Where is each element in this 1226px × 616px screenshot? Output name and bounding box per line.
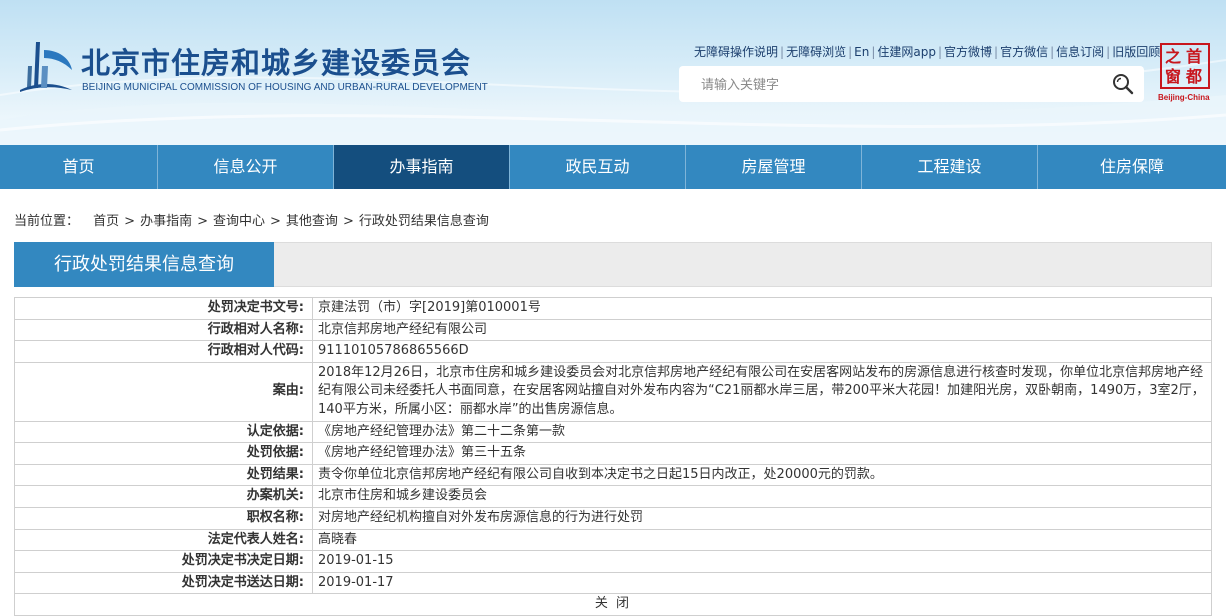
detail-label: 处罚依据:	[14, 442, 313, 465]
nav-item-housing-management[interactable]: 房屋管理	[686, 145, 862, 189]
detail-value: 《房地产经纪管理办法》第二十二条第一款	[312, 420, 1212, 444]
search-icon[interactable]	[1111, 72, 1135, 96]
breadcrumb-other-query[interactable]: 其他查询	[286, 214, 338, 229]
close-button[interactable]: 关 闭	[14, 593, 1212, 616]
detail-label: 办案机关:	[14, 485, 313, 508]
detail-value: 2019-01-15	[312, 550, 1212, 573]
seal-char-4: 窗	[1165, 67, 1181, 86]
breadcrumb: 当前位置： 首页 > 办事指南 > 查询中心 > 其他查询 > 行政处罚结果信息查询	[14, 214, 489, 229]
top-link-old-version[interactable]: 旧版回顾	[1112, 45, 1160, 59]
seal-char-1: 首	[1186, 47, 1202, 66]
detail-value: 91110105786865566D	[312, 340, 1212, 363]
seal-icon: 首 都 之 窗	[1165, 47, 1202, 86]
commission-logo-icon	[20, 42, 72, 92]
section-header: 行政处罚结果信息查询	[14, 242, 1212, 287]
detail-row: 处罚依据: 《房地产经纪管理办法》第三十五条	[14, 442, 1212, 465]
detail-label: 法定代表人姓名:	[14, 528, 313, 552]
detail-row: 处罚决定书送达日期: 2019-01-17	[14, 571, 1212, 595]
detail-row: 法定代表人姓名: 高晓春	[14, 528, 1212, 552]
top-links: 无障碍操作说明 | 无障碍浏览 | En | 住建网app | 官方微博 | 官方微信 | 信息订阅 | 旧…	[694, 45, 1161, 59]
seal-char-2: 都	[1185, 67, 1202, 86]
detail-label: 认定依据:	[14, 420, 313, 444]
detail-row: 认定依据: 《房地产经纪管理办法》第二十二条第一款	[14, 420, 1212, 444]
breadcrumb-query-center[interactable]: 查询中心	[213, 214, 265, 229]
top-link-subscribe[interactable]: 信息订阅	[1056, 45, 1104, 59]
nav-item-service-guide[interactable]: 办事指南	[334, 145, 510, 189]
detail-value: 北京市住房和城乡建设委员会	[312, 485, 1212, 508]
breadcrumb-service-guide[interactable]: 办事指南	[140, 214, 192, 229]
close-row: 关 闭	[14, 593, 1212, 616]
search-box	[679, 66, 1144, 102]
section-title: 行政处罚结果信息查询	[14, 242, 274, 287]
top-link-english[interactable]: En	[854, 45, 869, 59]
top-link-accessible-browse[interactable]: 无障碍浏览	[786, 45, 846, 59]
detail-row: 处罚决定书文号: 京建法罚（市）字[2019]第010001号	[14, 297, 1212, 320]
site-subtitle: BEIJING MUNICIPAL COMMISSION OF HOUSING …	[82, 82, 488, 93]
top-link-app[interactable]: 住建网app	[877, 45, 936, 59]
detail-label: 处罚结果:	[14, 463, 313, 487]
detail-value: 对房地产经纪机构擅自对外发布房源信息的行为进行处罚	[312, 506, 1212, 530]
detail-label: 职权名称:	[14, 506, 313, 530]
breadcrumb-current: 行政处罚结果信息查询	[358, 214, 489, 229]
detail-row: 办案机关: 北京市住房和城乡建设委员会	[14, 485, 1212, 508]
detail-label: 行政相对人名称:	[14, 318, 313, 342]
detail-label: 案由:	[14, 361, 313, 422]
detail-value: 《房地产经纪管理办法》第三十五条	[312, 442, 1212, 465]
detail-row: 处罚决定书决定日期: 2019-01-15	[14, 550, 1212, 573]
detail-row: 职权名称: 对房地产经纪机构擅自对外发布房源信息的行为进行处罚	[14, 506, 1212, 530]
capital-window-logo[interactable]: 首 都 之 窗 Beijing-China	[1158, 43, 1213, 103]
detail-value: 京建法罚（市）字[2019]第010001号	[312, 297, 1212, 320]
detail-value: 高晓春	[312, 528, 1212, 552]
detail-label: 处罚决定书文号:	[14, 297, 313, 320]
nav-item-info-disclosure[interactable]: 信息公开	[158, 145, 334, 189]
detail-value: 2019-01-17	[312, 571, 1212, 595]
search-input[interactable]	[699, 74, 1083, 96]
top-link-wechat[interactable]: 官方微信	[1000, 45, 1048, 59]
detail-label: 行政相对人代码:	[14, 340, 313, 363]
breadcrumb-home[interactable]: 首页	[93, 214, 119, 229]
seal-frame: 首 都 之 窗	[1160, 43, 1210, 89]
detail-row: 行政相对人名称: 北京信邦房地产经纪有限公司	[14, 318, 1212, 342]
detail-value: 2018年12月26日，北京市住房和城乡建设委员会对北京信邦房地产经纪有限公司在…	[312, 361, 1212, 422]
seal-caption: Beijing-China	[1158, 93, 1210, 102]
detail-label: 处罚决定书决定日期:	[14, 550, 313, 573]
top-link-accessibility-guide[interactable]: 无障碍操作说明	[694, 45, 778, 59]
nav-item-construction[interactable]: 工程建设	[862, 145, 1038, 189]
main-nav: 首页 信息公开 办事指南 政民互动 房屋管理 工程建设 住房保障	[0, 145, 1226, 189]
detail-value: 责令你单位北京信邦房地产经纪有限公司自收到本决定书之日起15日内改正，处2000…	[312, 463, 1212, 487]
breadcrumb-lead: 当前位置：	[14, 214, 80, 229]
nav-item-home[interactable]: 首页	[0, 145, 158, 189]
detail-row: 行政相对人代码: 91110105786865566D	[14, 340, 1212, 363]
detail-value: 北京信邦房地产经纪有限公司	[312, 318, 1212, 342]
top-link-weibo[interactable]: 官方微博	[944, 45, 992, 59]
nav-item-interaction[interactable]: 政民互动	[510, 145, 686, 189]
site-title: 北京市住房和城乡建设委员会	[81, 46, 472, 80]
site-header: 北京市住房和城乡建设委员会 BEIJING MUNICIPAL COMMISSI…	[0, 0, 1226, 145]
detail-label: 处罚决定书送达日期:	[14, 571, 313, 595]
detail-row: 案由: 2018年12月26日，北京市住房和城乡建设委员会对北京信邦房地产经纪有限…	[14, 361, 1212, 422]
seal-char-3: 之	[1165, 47, 1181, 66]
penalty-detail-table: 处罚决定书文号: 京建法罚（市）字[2019]第010001号 行政相对人名称: 北京…	[14, 297, 1212, 616]
detail-row: 处罚结果: 责令你单位北京信邦房地产经纪有限公司自收到本决定书之日起15日内改正，…	[14, 463, 1212, 487]
nav-item-housing-security[interactable]: 住房保障	[1038, 145, 1226, 189]
